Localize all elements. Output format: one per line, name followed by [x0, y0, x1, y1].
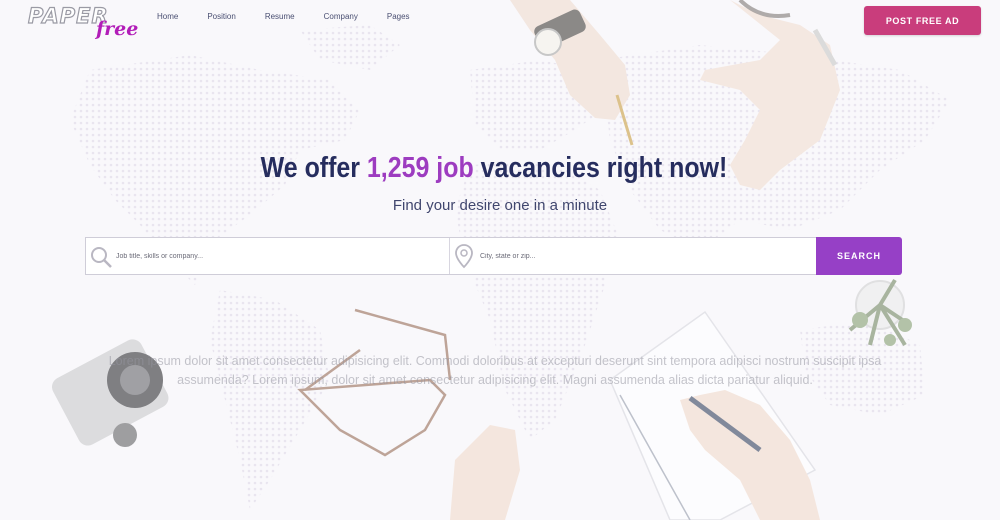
- nav-item-position[interactable]: Position: [207, 12, 235, 21]
- logo[interactable]: PAPER free: [27, 3, 148, 46]
- job-search-form: [85, 237, 816, 275]
- nav-item-resume[interactable]: Resume: [265, 12, 295, 21]
- search-icon: [91, 247, 112, 268]
- vacancy-count: 1,259: [366, 152, 430, 184]
- keyword-input[interactable]: [86, 238, 449, 274]
- post-free-ad-button[interactable]: POST FREE AD: [864, 6, 981, 35]
- nav-item-home[interactable]: Home: [157, 12, 178, 21]
- main-nav: Home Position Resume Company Pages: [157, 12, 439, 21]
- search-button[interactable]: SEARCH: [816, 237, 902, 275]
- keyword-field: [86, 238, 450, 274]
- hero-title-suffix: vacancies right now!: [473, 152, 728, 184]
- hero-title-prefix: We offer: [260, 152, 367, 184]
- location-pin-icon: [455, 244, 473, 269]
- nav-item-pages[interactable]: Pages: [387, 12, 410, 21]
- hero-title-job: job: [429, 152, 474, 184]
- location-field: [450, 238, 816, 274]
- hero-title: We offer 1,259 job vacancies right now!: [69, 152, 919, 185]
- location-input[interactable]: [450, 238, 816, 274]
- hero-subtitle: Find your desire one in a minute: [392, 197, 608, 214]
- hero-description: Lorem ipsum dolor sit amet consectetur a…: [108, 354, 882, 387]
- logo-tagline: free: [96, 18, 139, 40]
- nav-item-company[interactable]: Company: [324, 12, 358, 21]
